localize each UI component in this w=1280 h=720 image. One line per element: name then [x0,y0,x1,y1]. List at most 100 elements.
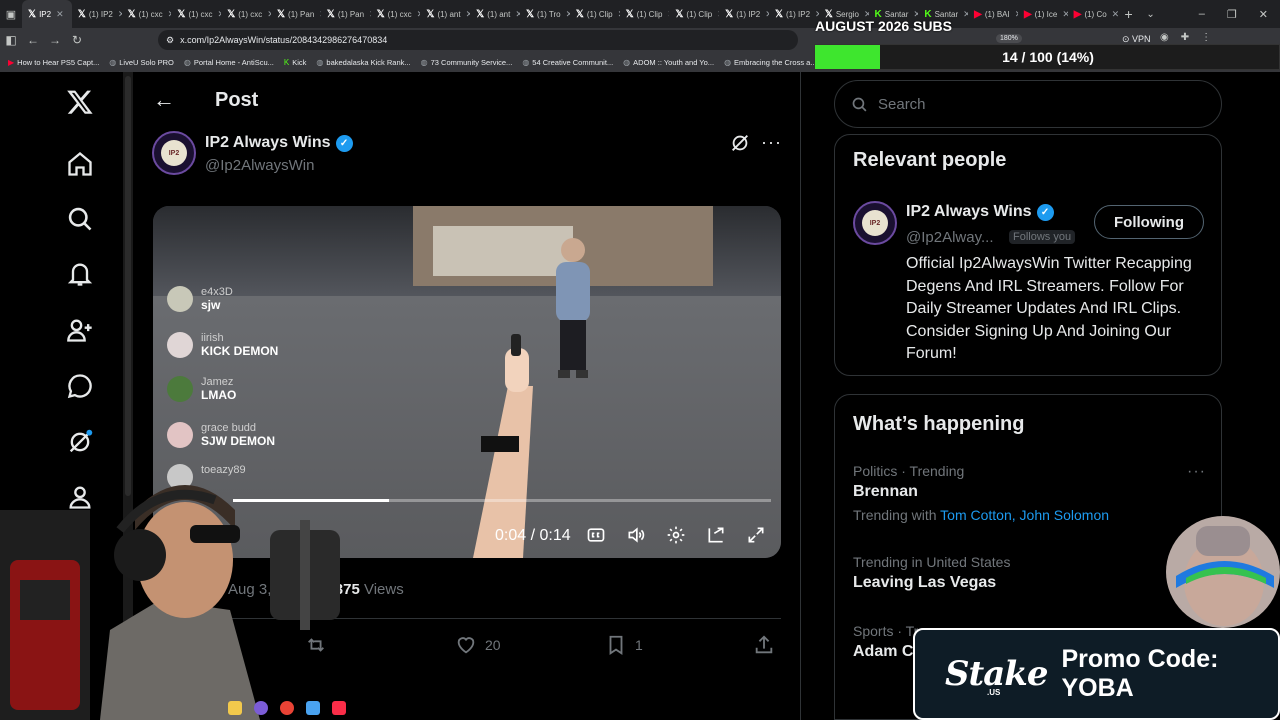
follow-icon[interactable] [60,310,100,350]
url-text: x.com/Ip2AlwaysWin/status/20843429862764… [180,35,388,45]
browser-tab[interactable]: 𝕏(1) Pan✕ [271,0,321,28]
browser-tab[interactable]: 𝕏(1) Clip✕ [669,0,719,28]
file-explorer-icon[interactable] [228,701,242,715]
picture-in-picture-icon[interactable] [705,524,727,546]
search-icon [852,97,867,111]
obs-icon[interactable] [280,701,294,715]
tab-label: (1) ant [437,9,461,19]
like-count: 20 [485,637,501,653]
x-logo-icon: 𝕏 [525,8,535,20]
more-options-icon[interactable]: ··· [761,132,782,153]
messages-icon[interactable] [60,366,100,406]
bookmark-item[interactable]: K Kick [284,58,307,67]
app-icon[interactable] [254,701,268,715]
home-icon[interactable] [60,144,100,184]
trend-item[interactable]: Politics · Trending Brennan Trending wit… [853,463,1203,523]
x-logo-icon: 𝕏 [376,8,385,20]
x-logo-icon[interactable] [60,82,100,122]
volume-icon[interactable] [625,524,647,546]
avatar-logo: IP2 [862,210,888,236]
author-name-text: IP2 Always Wins [205,134,331,151]
browser-tab[interactable]: 𝕏(1) Clip✕ [570,0,620,28]
nav-scrollbar-thumb[interactable] [125,76,131,496]
browser-tab[interactable]: 𝕏(1) Pan✕ [321,0,371,28]
chat-avatar [167,422,193,448]
browser-tab[interactable]: 𝕏 IP2 ✕ [22,0,72,28]
search-input[interactable]: Search [834,80,1222,128]
author-handle[interactable]: @Ip2AlwaysWin [205,157,314,174]
bookmark-item[interactable]: ◍ ADOM :: Youth and Yo... [623,58,714,67]
tab-menu-icon[interactable]: ▣ [0,0,22,28]
browser-tab[interactable]: 𝕏(1) cxc✕ [171,0,221,28]
browser-tab[interactable]: 𝕏 (1) Tro ✕ [520,0,570,28]
bookmark-item[interactable]: ▶ How to Hear PS5 Capt... [8,58,99,67]
settings-gear-icon[interactable] [665,524,687,546]
browser-tab[interactable]: 𝕏(1) cxc✕ [221,0,271,28]
following-button[interactable]: Following [1094,205,1204,239]
bookmark-item[interactable]: ◍ Embracing the Cross a... [724,58,817,67]
page-title: Post [215,89,259,111]
subs-goal-title: AUGUST 2026 SUBS [815,18,952,34]
bookmark-button[interactable]: 1 [605,634,643,656]
browser-tab[interactable]: 𝕏(1) IP2✕ [719,0,769,28]
browser-tab[interactable]: 𝕏(1) IP2✕ [72,0,122,28]
tab-label: (1) IP2 [786,9,811,19]
bookmark-item[interactable]: ◍ 73 Community Service... [421,58,513,67]
avatar-logo: IP2 [161,140,187,166]
grok-explain-icon[interactable] [729,132,751,154]
bookmark-item[interactable]: ◍ LiveU Solo PRO [109,58,174,67]
browser-tab[interactable]: 𝕏 (1) ant ✕ [470,0,520,28]
tab-label: (1) Pan [288,9,315,19]
site-info-icon[interactable]: ⚙ [166,35,174,46]
reload-icon[interactable]: ↻ [66,28,88,52]
video-time: 0:04 / 0:14 [495,527,571,544]
app-icon[interactable] [306,701,320,715]
follows-you-badge: Follows you [1009,230,1076,244]
bookmark-label: 73 Community Service... [430,57,513,67]
tab-label: (1) Clip [636,9,663,19]
relevant-name[interactable]: IP2 Always Wins ✓ [906,203,1054,221]
share-button[interactable] [753,634,775,656]
trend-item[interactable]: Trending in United States Leaving Las Ve… [853,554,1203,592]
bookmark-item[interactable]: ◍ Portal Home - AntiScu... [184,58,274,67]
forward-icon[interactable]: → [44,28,66,52]
back-arrow-icon[interactable]: ← [153,88,177,112]
browser-tab[interactable]: 𝕏(1) cxc✕ [122,0,172,28]
chat-message-text: KICK DEMON [201,344,279,358]
promo-code-text: Promo Code: YOBA [1061,645,1219,702]
chat-message: grace budd SJW DEMON [167,422,275,449]
author-avatar[interactable]: IP2 [152,131,196,175]
sidebar-toggle-icon[interactable]: ◧ [0,28,22,52]
chat-username: e4x3D [201,286,233,298]
fullscreen-icon[interactable] [745,524,767,546]
relevant-avatar[interactable]: IP2 [853,201,897,245]
relevant-handle[interactable]: @Ip2Alway... [906,229,993,246]
explore-icon[interactable] [60,199,100,239]
bookmark-item[interactable]: ◍ bakedalaska Kick Rank... [316,58,410,67]
browser-tab[interactable]: 𝕏 (1) ant ✕ [420,0,470,28]
trend-with-links[interactable]: Tom Cotton, John Solomon [940,507,1109,523]
author-name[interactable]: IP2 Always Wins ✓ [205,134,353,152]
bookmark-item[interactable]: ◍ 54 Creative Communit... [522,58,613,67]
address-bar[interactable]: ⚙ x.com/Ip2AlwaysWin/status/208434298627… [158,30,798,50]
captions-icon[interactable] [585,524,607,546]
column-divider [800,72,801,720]
music-icon[interactable] [332,701,346,715]
grok-icon[interactable] [60,422,100,462]
globe-icon: ◍ [109,57,117,67]
chat-text: e4x3D sjw [201,286,233,313]
back-icon[interactable]: ← [22,28,44,52]
browser-tab[interactable]: 𝕏(1) cxc✕ [371,0,421,28]
browser-tab[interactable]: 𝕏(1) Clip✕ [620,0,670,28]
right-sidebar: Search Relevant people IP2 IP2 Always Wi… [834,72,1222,720]
bookmark-icon [609,635,623,655]
like-button[interactable]: 20 [455,634,501,656]
bookmark-label: 54 Creative Communit... [532,57,614,67]
verified-badge-icon: ✓ [335,134,353,152]
notifications-icon[interactable] [60,254,100,294]
x-logo-icon: 𝕏 [28,8,37,20]
trend-with-label: Trending with [853,507,937,523]
chat-text: Jamez LMAO [201,376,236,403]
tab-close-icon[interactable]: ✕ [56,9,64,20]
x-logo-icon: 𝕏 [725,8,734,20]
